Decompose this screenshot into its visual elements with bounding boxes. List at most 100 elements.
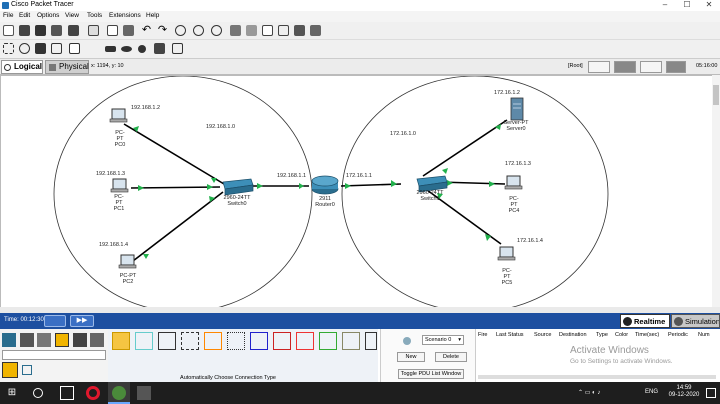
fiber-icon[interactable] [204, 332, 222, 350]
maximize-button[interactable]: ☐ [676, 0, 698, 11]
menu-file[interactable]: File [3, 12, 13, 19]
copy-icon[interactable] [107, 25, 118, 36]
misc-icon[interactable] [73, 333, 87, 347]
select-icon[interactable] [3, 43, 14, 54]
zoom-out-icon[interactable] [211, 25, 222, 36]
image-icon[interactable] [294, 25, 305, 36]
viewport-icon[interactable] [262, 25, 273, 36]
network-info-icon[interactable] [278, 25, 289, 36]
ipc-icon[interactable] [310, 25, 321, 36]
notification-icon[interactable] [706, 388, 716, 398]
scenario-select[interactable]: Scenario 0 ▾ [422, 335, 464, 345]
link-dot [442, 168, 448, 174]
logical-workspace[interactable]: 192.168.1.0 172.16.1.0 192.168.1.2 192.1… [0, 75, 716, 310]
menu-help[interactable]: Help [146, 12, 159, 19]
scrollbar-thumb[interactable] [713, 85, 719, 105]
ip-label-router-left: 192.168.1.1 [277, 173, 307, 179]
close-button[interactable]: ✕ [698, 0, 720, 11]
column-num: Num [698, 332, 710, 338]
zoom-in-icon[interactable] [175, 25, 186, 36]
serial-dce-icon[interactable] [273, 332, 291, 350]
system-tray-icons[interactable]: ⌃ ▭ ◐ ♪ [578, 389, 630, 397]
redo-icon[interactable]: ↷ [157, 25, 168, 36]
new-cluster-button[interactable] [614, 61, 636, 73]
device-label-pc4: PC-PT PC4 [508, 196, 520, 214]
toggle-pdu-list-button[interactable]: Toggle PDU List Window [398, 369, 464, 379]
iot-custom-cable-icon[interactable] [342, 332, 360, 350]
multiuser-icon[interactable] [90, 333, 104, 347]
fast-forward-button[interactable]: ▶▶ [70, 315, 94, 327]
connections-icon[interactable] [55, 333, 69, 347]
delete-scenario-button[interactable]: Delete [435, 352, 467, 362]
task-view-icon[interactable] [60, 386, 74, 400]
end-devices-icon[interactable] [20, 333, 34, 347]
link-dot [391, 180, 397, 187]
minimize-button[interactable]: – [654, 0, 676, 11]
new-scenario-button[interactable]: New [397, 352, 425, 362]
network-label-left: 192.168.1.0 [206, 124, 236, 130]
packet-tracer-taskbar-item[interactable] [108, 382, 130, 404]
add-simple-pdu-icon[interactable] [154, 43, 165, 54]
power-cycle-button[interactable] [44, 315, 66, 327]
back-to-root-button[interactable] [588, 61, 610, 73]
stopwatch-icon [674, 317, 683, 326]
auto-connection-icon[interactable] [112, 332, 130, 350]
usb-cable-icon[interactable] [365, 332, 377, 350]
menu-view[interactable]: View [65, 12, 79, 19]
grid-icon[interactable] [22, 365, 32, 375]
clock[interactable]: 14:59 09-12-2020 [667, 385, 701, 399]
save-icon[interactable] [35, 25, 46, 36]
draw-ellipse-icon[interactable] [121, 46, 132, 52]
custom-device-icon[interactable] [246, 25, 257, 36]
menu-extensions[interactable]: Extensions [109, 12, 141, 19]
paste-icon[interactable] [123, 25, 134, 36]
crossover-icon[interactable] [181, 332, 199, 350]
coaxial-icon[interactable] [250, 332, 268, 350]
connection-subtype-icon[interactable] [2, 362, 18, 378]
language-indicator[interactable]: ENG [645, 389, 658, 395]
workspace-scrollbar[interactable] [712, 75, 720, 310]
undo-icon[interactable]: ↶ [141, 25, 152, 36]
straight-through-icon[interactable] [158, 332, 176, 350]
realtime-mode-tab[interactable]: Realtime [620, 314, 670, 328]
link-dot [489, 181, 495, 187]
set-tiled-background-button[interactable] [666, 61, 686, 73]
topology-canvas [53, 76, 609, 309]
simulation-status-bar: Time: 00:12:30 ▶▶ Realtime Simulation [0, 313, 720, 329]
simulation-mode-tab[interactable]: Simulation [671, 314, 720, 328]
draw-rectangle-icon[interactable] [105, 46, 116, 52]
print-icon[interactable] [68, 25, 79, 36]
open-folder-icon[interactable] [19, 25, 30, 36]
link-dot [485, 234, 491, 241]
network-devices-icon[interactable] [2, 333, 16, 347]
menu-options[interactable]: Options [37, 12, 59, 19]
octal-icon[interactable] [319, 332, 337, 350]
activity-wizard-icon[interactable] [88, 25, 99, 36]
window-title: Cisco Packet Tracer [11, 1, 74, 8]
place-note-icon[interactable] [69, 43, 80, 54]
palette-icon[interactable] [230, 25, 241, 36]
freeform-icon[interactable] [138, 45, 146, 53]
tab-physical[interactable]: Physical [45, 60, 89, 74]
console-cable-icon[interactable] [135, 332, 153, 350]
pdu-table-hscroll[interactable] [478, 375, 716, 379]
move-object-button[interactable] [640, 61, 662, 73]
resize-shape-icon[interactable] [51, 43, 62, 54]
menu-edit[interactable]: Edit [19, 12, 30, 19]
search-icon[interactable] [33, 388, 43, 398]
phone-cable-icon[interactable] [227, 332, 245, 350]
serial-dte-icon[interactable] [296, 332, 314, 350]
zoom-reset-icon[interactable] [193, 25, 204, 36]
new-file-icon[interactable] [3, 25, 14, 36]
save-as-icon[interactable] [51, 25, 62, 36]
menu-tools[interactable]: Tools [87, 12, 102, 19]
opera-icon[interactable] [86, 386, 100, 400]
delete-icon[interactable] [35, 43, 46, 54]
windows-start-icon[interactable]: ⊞ [5, 386, 19, 400]
add-complex-pdu-icon[interactable] [172, 43, 183, 54]
taskbar-app-icon[interactable] [137, 386, 151, 400]
category-search-field[interactable] [2, 350, 106, 360]
inspect-icon[interactable] [19, 43, 30, 54]
tab-logical[interactable]: Logical [1, 60, 43, 74]
components-icon[interactable] [37, 333, 51, 347]
